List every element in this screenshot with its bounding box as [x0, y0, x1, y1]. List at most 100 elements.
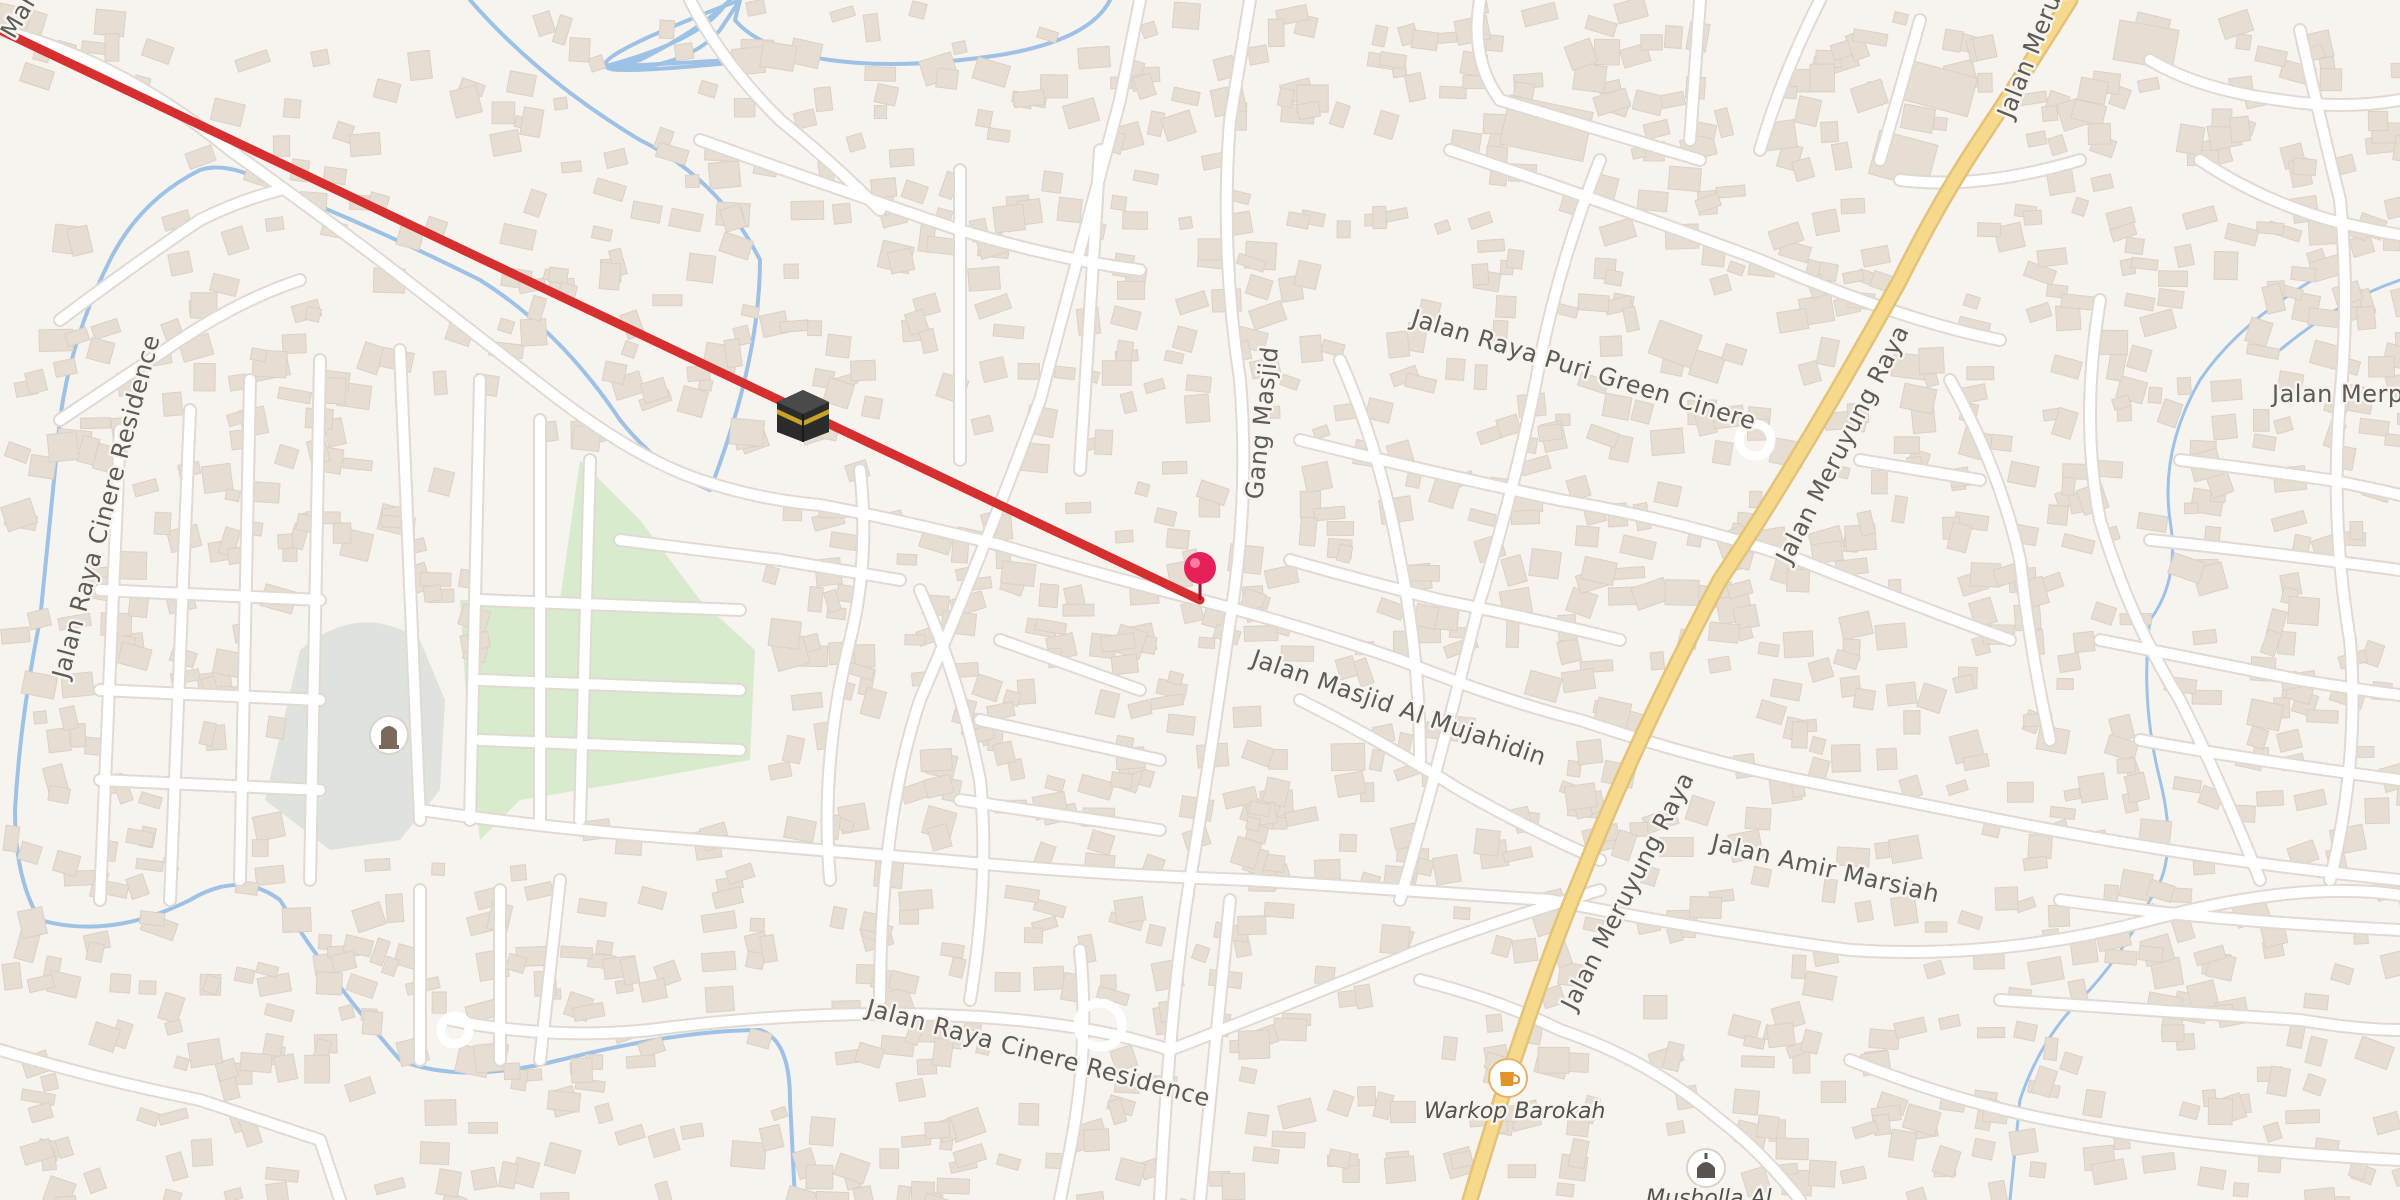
- building: [1740, 1055, 1775, 1069]
- label-musholla[interactable]: Musholla Al: [1644, 1184, 1775, 1200]
- building: [468, 1121, 498, 1134]
- building: [2255, 789, 2285, 808]
- building: [974, 108, 994, 129]
- building: [1790, 954, 1807, 980]
- building: [1809, 63, 1835, 93]
- building: [1248, 800, 1272, 818]
- building: [1110, 194, 1128, 212]
- building: [2303, 992, 2330, 1011]
- building: [559, 945, 594, 960]
- building: [2041, 105, 2059, 123]
- building: [1093, 429, 1114, 456]
- building: [1116, 280, 1146, 300]
- building: [2060, 293, 2096, 311]
- building: [919, 747, 953, 773]
- building: [2358, 417, 2390, 437]
- building: [967, 266, 1002, 292]
- building: [886, 247, 916, 275]
- building: [1298, 516, 1318, 547]
- building: [1665, 1120, 1686, 1137]
- building: [1575, 738, 1604, 766]
- building: [1197, 238, 1224, 261]
- building: [431, 991, 447, 1014]
- building: [1776, 307, 1810, 334]
- building: [1537, 1046, 1570, 1074]
- building: [2104, 948, 2138, 966]
- building: [79, 417, 112, 430]
- building: [138, 980, 157, 995]
- building: [282, 98, 302, 119]
- label-warkop-barokah[interactable]: Warkop Barokah: [1422, 1097, 1608, 1127]
- building: [728, 417, 766, 448]
- building: [282, 546, 298, 563]
- building: [2124, 236, 2145, 256]
- building: [1971, 33, 1998, 62]
- building: [1874, 841, 1891, 860]
- building: [1017, 362, 1041, 380]
- building: [849, 359, 877, 382]
- building: [1327, 1148, 1352, 1170]
- building: [1643, 994, 1668, 1020]
- building: [1198, 636, 1216, 650]
- building: [1987, 1179, 2009, 1200]
- building: [1664, 579, 1700, 607]
- cafe-icon[interactable]: [1488, 1058, 1528, 1098]
- building: [239, 1051, 273, 1074]
- building: [1252, 1146, 1280, 1165]
- building: [1018, 1102, 1040, 1126]
- building: [1246, 44, 1270, 66]
- building: [1903, 710, 1921, 735]
- map-svg[interactable]: Jalan Raya Puri Green Cinere Gang Masjid…: [0, 0, 2400, 1200]
- building: [1110, 653, 1140, 676]
- building: [1244, 1111, 1270, 1137]
- building: [304, 1054, 331, 1084]
- building: [2047, 904, 2071, 928]
- building: [276, 533, 294, 550]
- building: [1313, 858, 1341, 881]
- building: [93, 8, 127, 38]
- building: [568, 36, 591, 63]
- building: [1577, 293, 1610, 313]
- building: [1039, 74, 1069, 99]
- building: [2255, 221, 2285, 236]
- building: [251, 839, 269, 857]
- building: [264, 216, 285, 232]
- building: [1732, 1088, 1761, 1116]
- map-canvas[interactable]: Jalan Raya Puri Green Cinere Gang Masjid…: [0, 0, 2400, 1200]
- building: [601, 360, 628, 385]
- building: [1276, 87, 1296, 109]
- building: [2049, 805, 2077, 821]
- mosque-icon[interactable]: [1686, 1148, 1726, 1188]
- building: [2077, 772, 2109, 804]
- building: [879, 1148, 900, 1169]
- building: [1238, 1066, 1258, 1085]
- building: [1505, 619, 1520, 649]
- building: [936, 1177, 971, 1195]
- building: [2057, 652, 2082, 674]
- building: [805, 1164, 834, 1190]
- building: [1649, 651, 1666, 671]
- building: [2367, 355, 2396, 378]
- building: [1537, 423, 1563, 443]
- building: [940, 942, 965, 959]
- building: [1473, 828, 1501, 857]
- building: [808, 1116, 836, 1147]
- building: [2307, 307, 2343, 329]
- cemetery-icon: [369, 715, 409, 755]
- building: [2022, 209, 2043, 226]
- building: [419, 571, 452, 587]
- building: [1016, 678, 1037, 705]
- building: [251, 811, 287, 842]
- building: [519, 106, 545, 139]
- building: [2197, 1166, 2227, 1190]
- building: [224, 488, 242, 503]
- building: [117, 550, 148, 580]
- building: [2191, 689, 2223, 705]
- building: [2176, 376, 2192, 396]
- building: [431, 862, 446, 876]
- building: [1299, 334, 1324, 364]
- building: [273, 1053, 299, 1083]
- building: [2290, 265, 2317, 283]
- building: [1599, 335, 1623, 358]
- building: [898, 888, 934, 912]
